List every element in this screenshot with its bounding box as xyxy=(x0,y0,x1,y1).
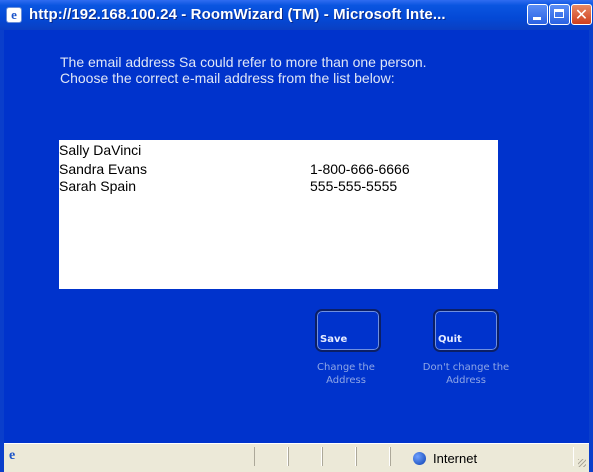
address-list[interactable]: Sally DaVinci Sandra Evans 1-800-666-666… xyxy=(59,140,498,289)
list-item[interactable]: Sarah Spain 555-555-5555 xyxy=(59,178,498,194)
minimize-button[interactable] xyxy=(527,4,548,25)
zone-label: Internet xyxy=(433,451,478,466)
status-cell xyxy=(254,447,288,466)
close-button[interactable]: ✕ xyxy=(571,4,592,25)
window-titlebar[interactable]: e http://192.168.100.24 - RoomWizard (TM… xyxy=(0,0,593,30)
status-cell xyxy=(288,447,322,466)
window-frame-right xyxy=(589,30,593,472)
globe-icon xyxy=(413,452,426,465)
save-button-label: Save xyxy=(320,334,348,345)
quit-button[interactable]: Quit xyxy=(433,309,499,352)
list-item[interactable]: Sally DaVinci xyxy=(59,142,498,158)
quit-caption-line-1: Don't change the xyxy=(422,362,510,373)
close-icon: ✕ xyxy=(574,5,589,24)
save-caption: Change the Address xyxy=(296,361,396,387)
save-caption-line-1: Change the xyxy=(317,362,375,373)
list-item-name: Sarah Spain xyxy=(59,178,137,194)
save-caption-line-2: Address xyxy=(326,375,366,386)
list-item-phone: 555-555-5555 xyxy=(310,178,398,194)
status-bar: e Internet xyxy=(4,443,589,472)
list-item-name: Sandra Evans xyxy=(59,161,147,177)
ie-page-icon: e xyxy=(9,448,16,463)
ie-icon[interactable]: e xyxy=(6,7,22,23)
list-item-name: Sally DaVinci xyxy=(59,142,142,158)
maximize-button[interactable] xyxy=(549,4,570,25)
quit-caption: Don't change the Address xyxy=(406,361,526,387)
list-item[interactable]: Sandra Evans 1-800-666-6666 xyxy=(59,161,498,177)
window-title: http://192.168.100.24 - RoomWizard (TM) … xyxy=(29,6,446,23)
instruction-line-1: The email address Sa could refer to more… xyxy=(60,54,427,70)
status-cell xyxy=(322,447,356,466)
save-button[interactable]: Save xyxy=(315,309,381,352)
quit-button-label: Quit xyxy=(438,334,462,345)
resize-grip[interactable] xyxy=(578,459,586,467)
instruction-line-2: Choose the correct e-mail address from t… xyxy=(60,70,395,86)
quit-caption-line-2: Address xyxy=(446,375,486,386)
list-item-phone: 1-800-666-6666 xyxy=(310,161,410,177)
instruction-text: The email address Sa could refer to more… xyxy=(60,54,427,86)
status-cell xyxy=(356,447,390,466)
